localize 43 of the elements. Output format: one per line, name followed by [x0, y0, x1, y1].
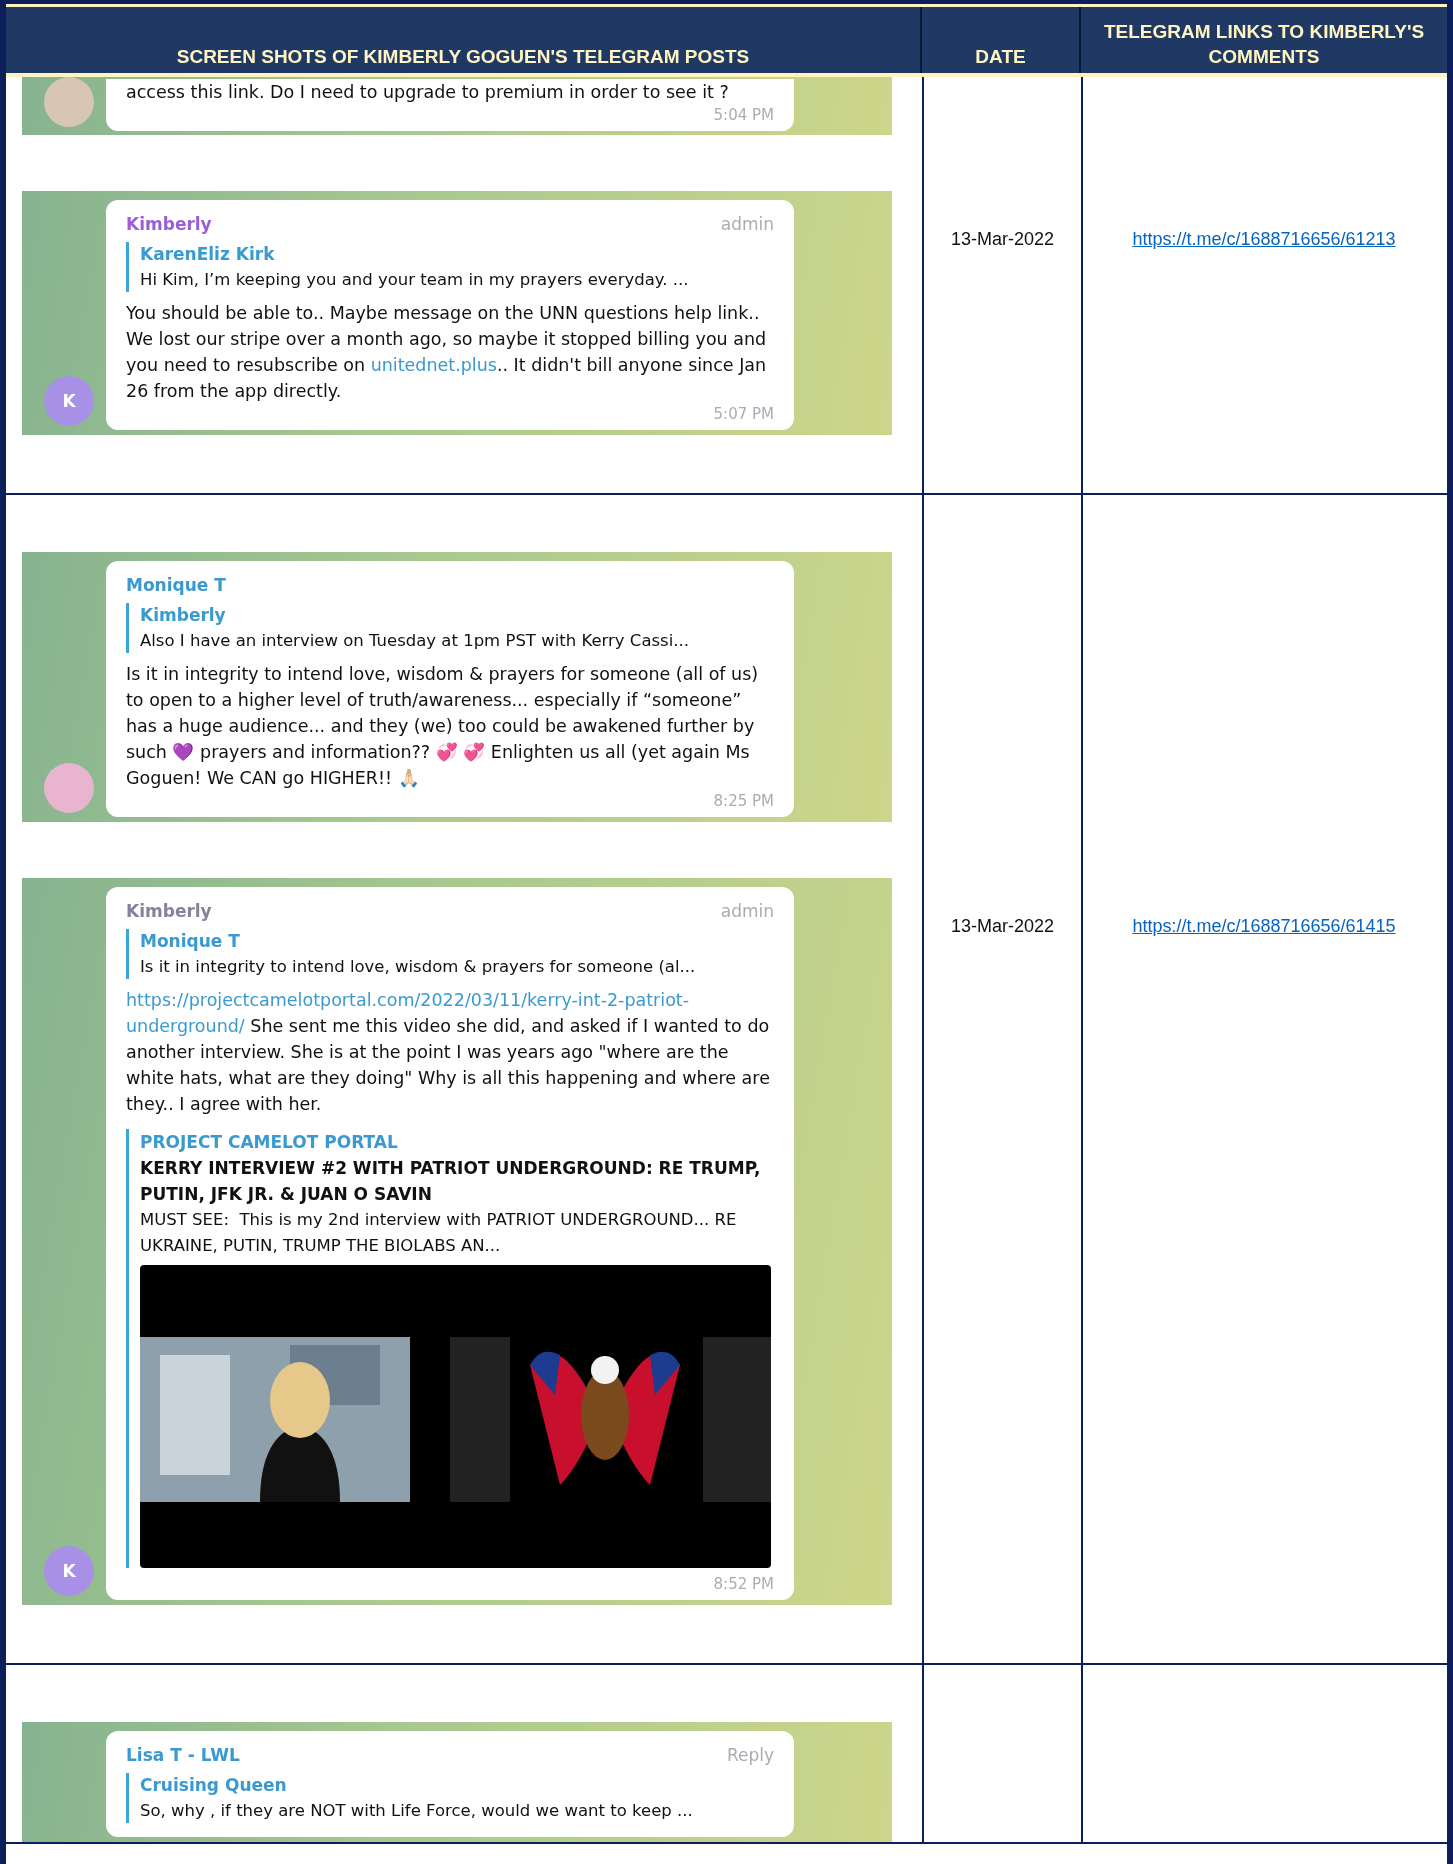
quote-author: KarenEliz Kirk [140, 243, 276, 266]
quote-text: Is it in integrity to intend love, wisdom & prayers for someone (al... [140, 956, 697, 978]
quote-author: Cruising Queen [140, 1774, 288, 1797]
link-preview[interactable] [126, 1129, 774, 1568]
admin-label: admin [720, 901, 774, 921]
quote-text: So, why , if they are NOT with Life Force, would we want to keep ... [140, 1800, 694, 1822]
sender-name: Monique T [126, 574, 226, 597]
preview-description: MUST SEE: This is my 2nd interview with PATRIOT UNDERGROUND... RE UKRAINE, PUTIN, TRUMP THE BIOLABS AN... [140, 1209, 738, 1257]
reply-quote[interactable]: KarenEliz Kirk Hi Kim, I’m keeping you and your team in my prayers everyday. ... [126, 242, 774, 292]
message-time: 8:52 PM [713, 1574, 774, 1594]
quote-author: Kimberly [140, 604, 227, 627]
admin-label: admin [720, 214, 774, 234]
quote-author: Monique T [140, 930, 241, 953]
quote-text: Also I have an interview on Tuesday at 1pm PST with Kerry Cassi... [140, 630, 690, 652]
message-text: You should be able to.. Maybe message on the UNN questions help link.. We lost our stripe over a month ago, so maybe it stopped billing you and you need to resubscribe on unitednet.plus.. It didn't bill anyone since Jan 26 from the app directly. [126, 302, 768, 403]
telegram-link[interactable]: https://t.me/c/1688716656/61213 [1132, 229, 1396, 250]
message-text: access this link. Do I need to upgrade to premium in order to see it ? [126, 81, 730, 104]
message-link[interactable]: underground/ [126, 1016, 245, 1036]
sender-name: Kimberly [126, 900, 212, 923]
sender-name: Lisa T - LWL [126, 1744, 240, 1767]
date-text: 13-Mar-2022 [949, 228, 1056, 250]
date-text: 13-Mar-2022 [949, 915, 1056, 937]
quote-text: Hi Kim, I’m keeping you and your team in my prayers everyday. ... [140, 269, 690, 291]
message-text: Is it in integrity to intend love, wisdom & prayers for someone (all of us) to open to a higher level of truth/awareness... especially if “someone” has a huge audience... and they (we) too could be awakened further by such 💜 prayers and information?? 💞 💞 Enlighten us all (yet again Ms Goguen! We CAN go HIGHER!! 🙏🏻 [126, 663, 760, 790]
preview-site: PROJECT CAMELOT PORTAL [140, 1131, 399, 1154]
column-header: DATE [922, 7, 1081, 73]
avatar: K [44, 376, 94, 426]
column-header: TELEGRAM LINKS TO KIMBERLY'S COMMENTS [1102, 20, 1426, 69]
telegram-link[interactable]: https://t.me/c/1688716656/61415 [1132, 916, 1396, 937]
message-time: 8:25 PM [713, 791, 774, 811]
reply-quote[interactable]: Kimberly Also I have an interview on Tuesday at 1pm PST with Kerry Cassi... [126, 603, 774, 653]
reply-quote[interactable]: Cruising Queen So, why , if they are NOT with Life Force, would we want to keep ... [126, 1773, 774, 1823]
reply-quote[interactable]: Monique T Is it in integrity to intend love, wisdom & prayers for someone (al... [126, 929, 774, 979]
message-time: 5:07 PM [713, 404, 774, 424]
message-time: 5:04 PM [713, 105, 774, 125]
admin-label: Reply [726, 1745, 774, 1765]
sender-name: Kimberly [126, 213, 212, 236]
message-link[interactable]: unitednet.plus [370, 355, 497, 375]
message-link[interactable]: https://projectcamelotportal.com/2022/03/11/kerry-int-2-patriot- [126, 990, 690, 1010]
avatar: K [44, 1546, 94, 1596]
preview-title: KERRY INTERVIEW #2 WITH PATRIOT UNDERGROUND: RE TRUMP, PUTIN, JFK JR. & JUAN O SAVIN [140, 1157, 762, 1206]
message-text: https://projectcamelotportal.com/2022/03/11/kerry-int-2-patriot- underground/ She sent me this video she did, and asked if I wanted to do another interview. She is at the point I was years ago "where are the white hats, what are they doing" Why is all this happening and where are they.. I agree with her. [126, 989, 771, 1116]
column-header: SCREEN SHOTS OF KIMBERLY GOGUEN'S TELEGRAM POSTS [6, 7, 922, 73]
